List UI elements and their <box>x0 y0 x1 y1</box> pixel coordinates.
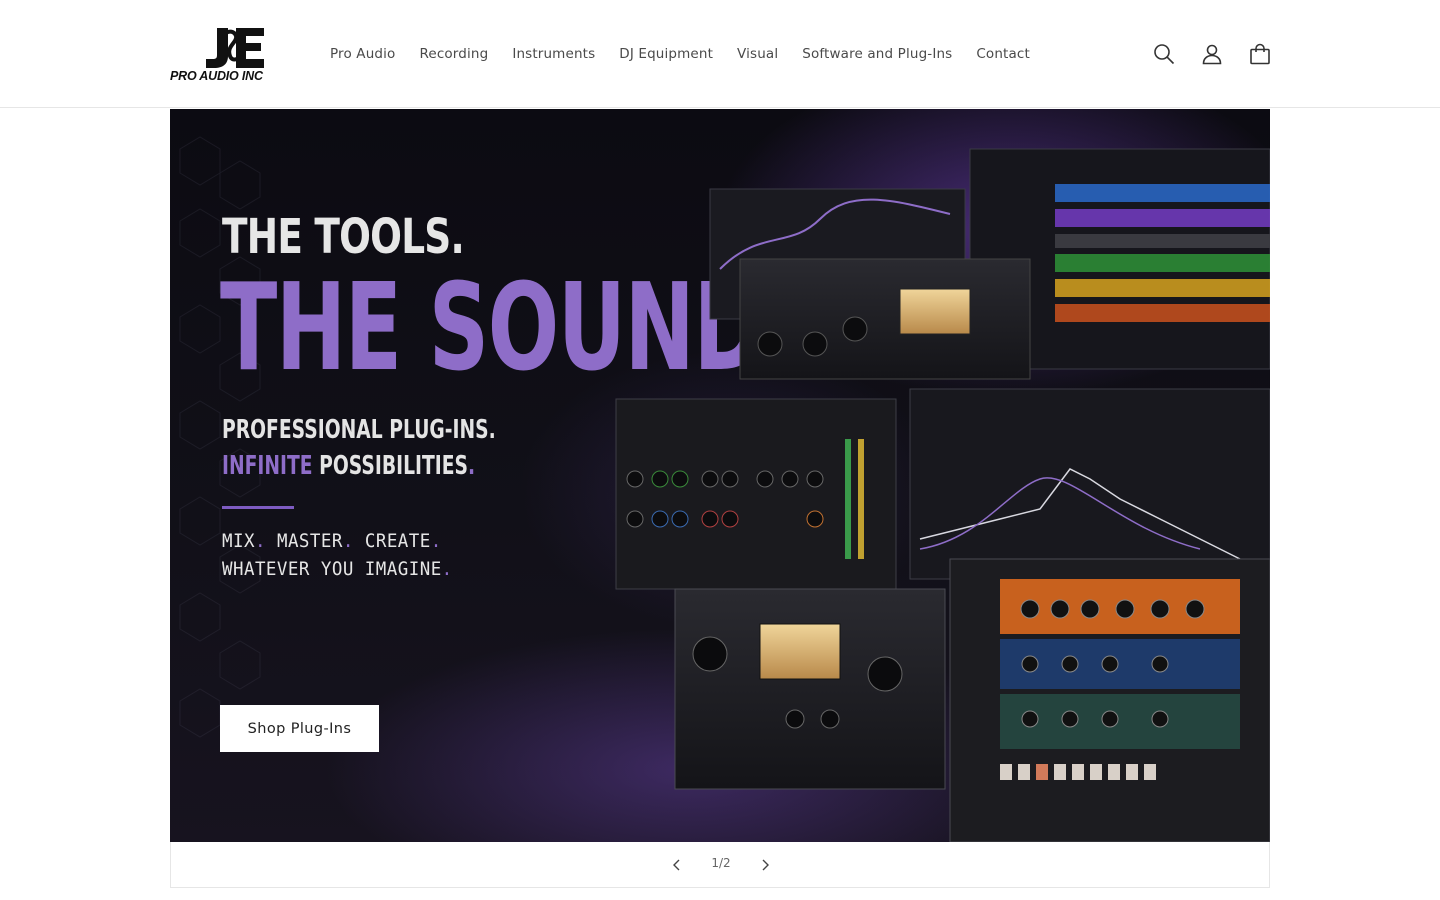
site-logo[interactable]: PRO AUDIO INC <box>170 26 292 82</box>
search-icon[interactable] <box>1150 40 1178 68</box>
account-icon[interactable] <box>1198 40 1226 68</box>
nav-item-instruments[interactable]: Instruments <box>500 42 607 66</box>
site-header: PRO AUDIO INC Pro Audio Recording Instru… <box>0 0 1440 108</box>
tag-word-mix: MIX <box>222 530 255 552</box>
shop-plugins-button[interactable]: Shop Plug-Ins <box>220 705 379 752</box>
chevron-left-icon[interactable] <box>664 852 690 878</box>
nav-item-software-plugins[interactable]: Software and Plug-Ins <box>790 42 964 66</box>
hero-divider <box>222 506 294 509</box>
tag-word-create: CREATE <box>364 530 431 552</box>
slide-counter: 1/2 <box>711 856 731 870</box>
hero-headline-1: THE TOOLS. <box>222 209 465 265</box>
logo-mark <box>206 28 264 68</box>
header-icons <box>1150 40 1274 68</box>
nav-item-contact[interactable]: Contact <box>964 42 1042 66</box>
hero-tagline-1: MIX. MASTER. CREATE. <box>222 530 442 552</box>
hero-banner: THE TOOLS. THE SOUND. PROFESSIONAL PLUG-… <box>170 109 1270 842</box>
nav-item-pro-audio[interactable]: Pro Audio <box>318 42 407 66</box>
hero-accent-word: INFINITE <box>222 451 313 481</box>
main-nav: Pro Audio Recording Instruments DJ Equip… <box>318 42 1042 66</box>
hero-subheadline-1: PROFESSIONAL PLUG-INS. <box>222 415 496 445</box>
tag-whatever: WHATEVER YOU IMAGINE <box>222 558 442 580</box>
hero-sub2-rest: POSSIBILITIES <box>319 451 468 481</box>
nav-item-recording[interactable]: Recording <box>407 42 500 66</box>
cart-icon[interactable] <box>1246 40 1274 68</box>
slideshow-controls: 1/2 <box>170 842 1270 888</box>
logo-wordmark: PRO AUDIO INC <box>170 69 263 83</box>
hero-subheadline-2: INFINITE POSSIBILITIES. <box>222 451 476 481</box>
tag-word-master: MASTER <box>276 530 343 552</box>
plugin-collage-image <box>615 148 1270 842</box>
chevron-right-icon[interactable] <box>752 852 778 878</box>
nav-item-visual[interactable]: Visual <box>725 42 790 66</box>
nav-item-dj-equipment[interactable]: DJ Equipment <box>607 42 725 66</box>
hero-tagline-2: WHATEVER YOU IMAGINE. <box>222 558 453 580</box>
